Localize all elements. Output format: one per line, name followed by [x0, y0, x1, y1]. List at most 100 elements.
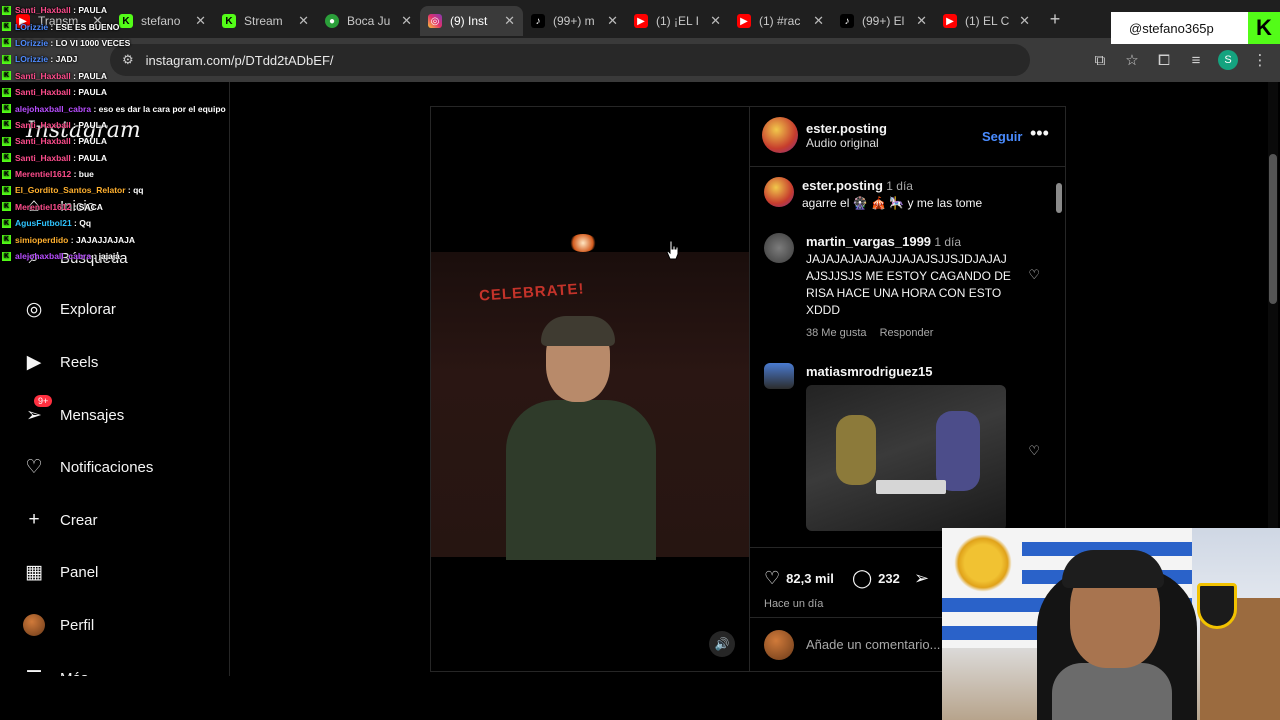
- messages-icon: ➢ 9+: [22, 395, 53, 427]
- browser-tab[interactable]: ▶ (1) EL C ✕: [935, 6, 1038, 36]
- profile-button[interactable]: S: [1216, 48, 1240, 72]
- comments-list: ester.posting 1 día agarre el 🎡 🎪 🎠 y me…: [750, 167, 1066, 547]
- nav-label: Perfil: [60, 616, 95, 634]
- nav-item-perfil[interactable]: Perfil: [22, 613, 94, 637]
- chat-username: Santi_Haxball: [15, 119, 71, 130]
- screen: ▶ Transm ✕ K stefano ✕ K Stream ✕ ● Boca…: [0, 0, 1280, 720]
- comment-text: JAJAJAJAJAJAJJAJAJSJJSJDJAJAJ AJSJJSJS M…: [806, 252, 1011, 317]
- comment-image[interactable]: [806, 385, 1006, 531]
- heart-icon: ♡: [764, 568, 781, 588]
- like-button[interactable]: ♡ 82,3 mil: [764, 568, 834, 589]
- chat-username: Merentiel1612: [15, 169, 72, 180]
- reply-button[interactable]: Responder: [880, 327, 934, 339]
- follow-button[interactable]: Seguir: [982, 129, 1022, 144]
- browser-tab[interactable]: ♪ (99+) El ✕: [832, 6, 935, 36]
- chat-message: K Santi_Haxball : PAULA: [0, 117, 240, 133]
- tab-title: Stream: [244, 14, 283, 28]
- chat-username: alejohaxball_cabra: [15, 251, 92, 262]
- chat-separator: :: [48, 54, 56, 65]
- kick-icon: K: [2, 251, 11, 261]
- nav-label: Reels: [60, 353, 99, 371]
- new-tab-button[interactable]: +: [1042, 6, 1068, 32]
- chat-message: K Santi_Haxball : PAULA: [0, 84, 240, 100]
- tab-title: Boca Ju: [347, 14, 391, 28]
- share-button[interactable]: ➢: [914, 568, 935, 589]
- browser-tab-active[interactable]: ◎ (9) Inst ✕: [420, 6, 523, 36]
- commenter-avatar[interactable]: [764, 363, 794, 389]
- commenter-avatar[interactable]: [764, 177, 794, 207]
- browser-tab[interactable]: ▶ (1) ¡EL I ✕: [626, 6, 729, 36]
- profile-avatar: [22, 613, 46, 637]
- kick-icon: K: [2, 120, 11, 130]
- chat-username: AgusFutbol21: [15, 218, 72, 229]
- close-icon[interactable]: ✕: [607, 13, 618, 29]
- address-bar[interactable]: ⚙ instagram.com/p/DTdd2tADbEF/: [110, 44, 1030, 76]
- chat-text: eso es dar la cara por el equipo: [98, 103, 226, 114]
- commenter-avatar[interactable]: [764, 233, 794, 263]
- browser-tab[interactable]: ♪ (99+) m ✕: [523, 6, 626, 36]
- close-icon[interactable]: ✕: [1019, 13, 1030, 29]
- chat-message: K Merentiel1612 : SACA: [0, 199, 240, 215]
- chat-message: Kalejohaxball_cabra : eso es dar la cara…: [0, 100, 240, 116]
- youtube-icon: ▶: [634, 14, 648, 28]
- author-info: ester.posting Audio original: [806, 121, 887, 150]
- unread-badge: 9+: [34, 395, 53, 407]
- chat-message: Kalejohaxball_cabra : jajaja: [0, 248, 240, 264]
- tiktok-icon: ♪: [531, 14, 545, 28]
- comment-likes[interactable]: 38 Me gusta: [806, 327, 867, 339]
- kick-icon: K: [2, 235, 11, 245]
- chat-username: LOrizzie: [15, 21, 49, 32]
- nav-item-reels[interactable]: ▶ Reels: [22, 350, 99, 374]
- nav-label: Notificaciones: [60, 458, 154, 476]
- browser-tab[interactable]: ● Boca Ju ✕: [317, 6, 420, 36]
- chat-message: K LOrizzie : JADJ: [0, 51, 240, 67]
- comment-button[interactable]: ◯ 232: [852, 568, 900, 589]
- kick-handle: @stefano365p: [1129, 20, 1214, 36]
- tab-title: (99+) El: [862, 14, 905, 28]
- chat-separator: :: [48, 37, 56, 48]
- reel-video[interactable]: CELEBRATE! 🔊: [431, 107, 749, 671]
- more-options-icon[interactable]: •••: [1030, 123, 1049, 144]
- video-person: [506, 316, 656, 560]
- close-icon[interactable]: ✕: [298, 13, 309, 29]
- nav-item-mensajes[interactable]: ➢ 9+ Mensajes: [22, 395, 124, 427]
- nav-item-notificaciones[interactable]: ♡ Notificaciones: [22, 455, 153, 479]
- volume-icon[interactable]: 🔊: [709, 631, 735, 657]
- nav-item-explorar[interactable]: ◎ Explorar: [22, 297, 116, 321]
- close-icon[interactable]: ✕: [813, 13, 824, 29]
- author-avatar[interactable]: [762, 117, 798, 153]
- chat-username: simioperdido: [15, 234, 69, 245]
- close-icon[interactable]: ✕: [710, 13, 721, 29]
- author-username[interactable]: ester.posting: [806, 121, 887, 136]
- kick-handle-badge: @stefano365p K: [1111, 12, 1280, 44]
- chat-message: K Santi_Haxball : PAULA: [0, 2, 240, 18]
- bookmark-star-icon[interactable]: ☆: [1120, 48, 1144, 72]
- like-comment-icon[interactable]: ♡: [1028, 267, 1040, 283]
- comments-scrollbar[interactable]: [1056, 173, 1062, 533]
- like-comment-icon[interactable]: ♡: [1028, 443, 1040, 459]
- tab-title: (1) #rac: [759, 14, 801, 28]
- close-icon[interactable]: ✕: [916, 13, 927, 29]
- chat-text: LO VI 1000 VECES: [55, 37, 131, 48]
- post-header: ester.posting Audio original Seguir •••: [750, 107, 1066, 167]
- browser-tab[interactable]: ▶ (1) #rac ✕: [729, 6, 832, 36]
- comment-input[interactable]: Añade un comentario...: [806, 637, 940, 652]
- comment-username[interactable]: ester.posting: [802, 178, 883, 193]
- chat-message: K LOrizzie : ESE ES BUENO: [0, 18, 240, 34]
- chat-text: jajaja: [98, 251, 120, 262]
- install-app-icon[interactable]: ⧉: [1088, 48, 1112, 72]
- browser-menu-icon[interactable]: ⋮: [1248, 48, 1272, 72]
- chat-message: Ksimioperdido : JAJAJJAJAJA: [0, 231, 240, 247]
- close-icon[interactable]: ✕: [401, 13, 412, 29]
- comment-username[interactable]: matiasmrodriguez15: [806, 364, 932, 379]
- ceiling-lamp: [569, 234, 597, 252]
- nav-item-panel[interactable]: ▦ Panel: [22, 560, 98, 584]
- extensions-icon[interactable]: ⧠: [1152, 48, 1176, 72]
- audio-label[interactable]: Audio original: [806, 136, 887, 150]
- kick-icon: K: [2, 136, 11, 146]
- kick-icon: K: [2, 185, 11, 195]
- comment-username[interactable]: martin_vargas_1999: [806, 234, 931, 249]
- nav-item-crear[interactable]: + Crear: [22, 508, 97, 532]
- media-controls-icon[interactable]: ≡: [1184, 48, 1208, 72]
- close-icon[interactable]: ✕: [504, 13, 515, 29]
